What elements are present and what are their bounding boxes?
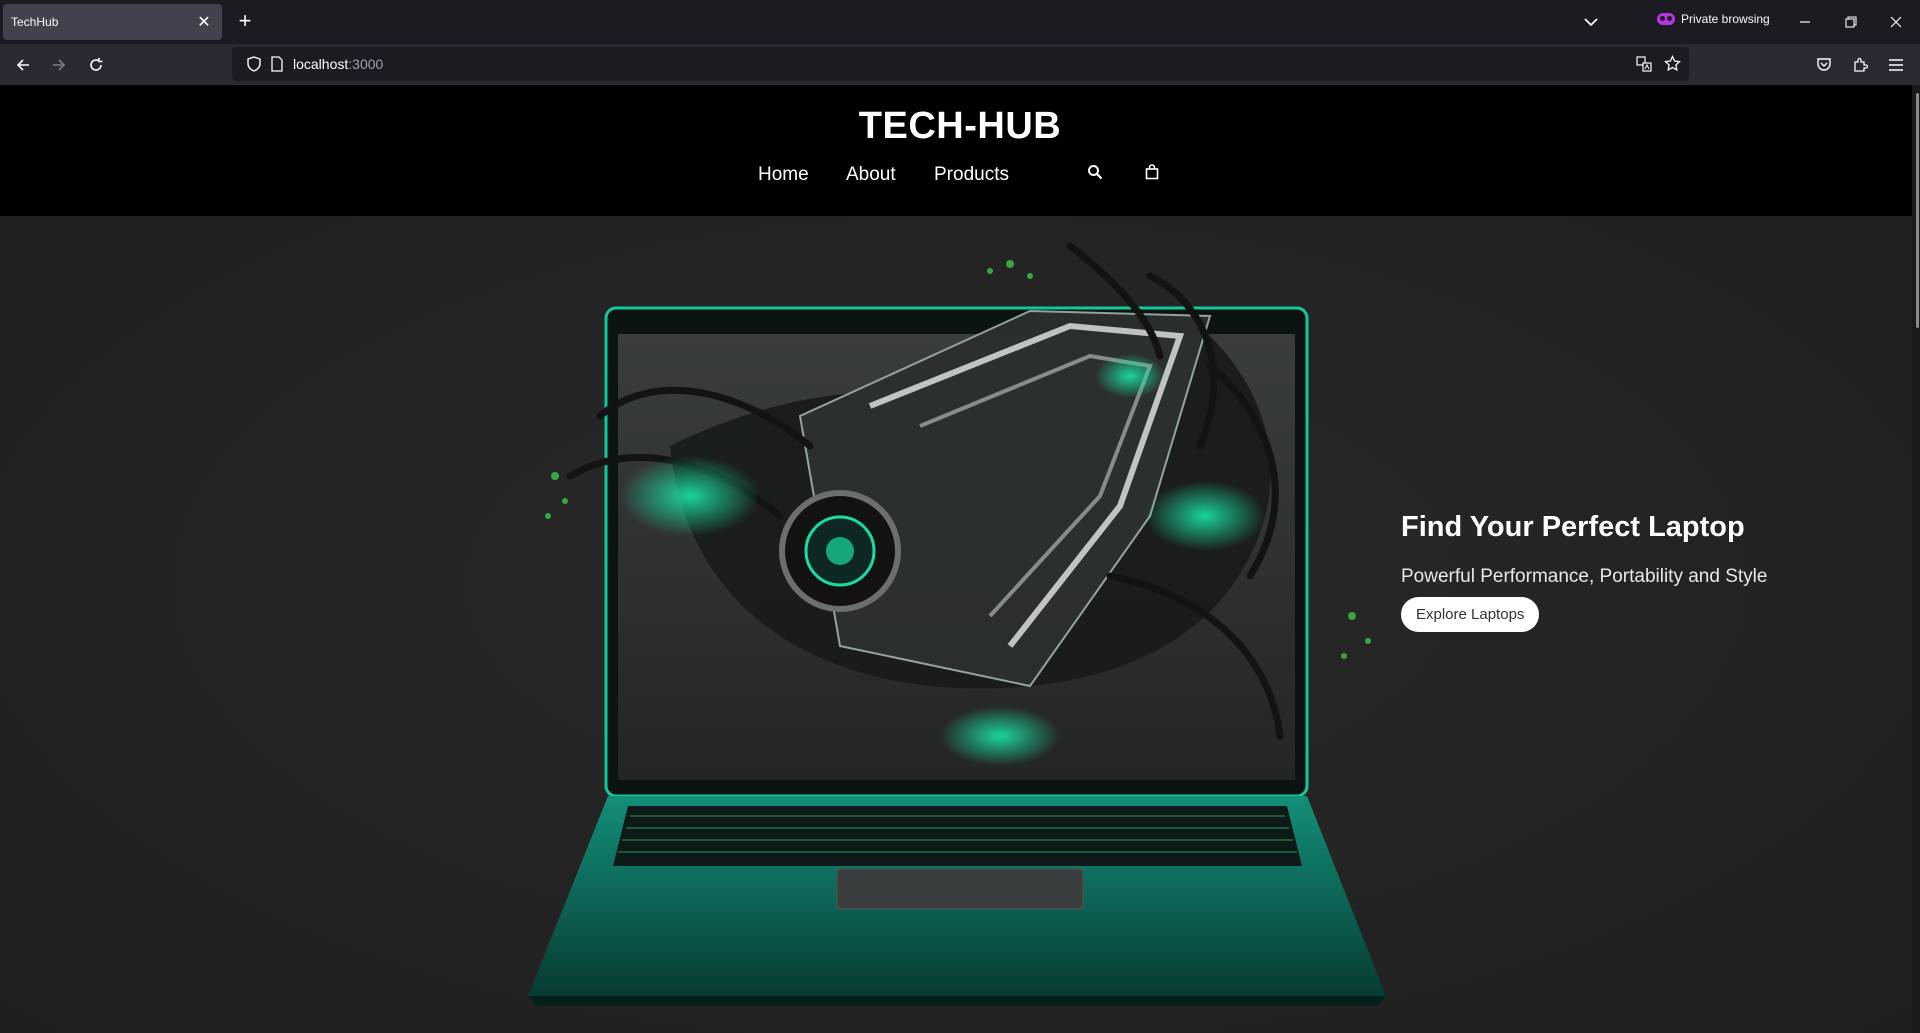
hero-subtitle: Powerful Performance, Portability and St… [1401, 566, 1768, 587]
forward-icon[interactable] [45, 51, 73, 79]
browser-window: TechHub ✕ + Private browsing localhost:3… [0, 0, 1920, 1033]
reload-icon[interactable] [82, 51, 110, 79]
site-logo[interactable]: TECH-HUB [0, 105, 1920, 148]
url-port: :3000 [348, 56, 384, 72]
translate-icon[interactable] [1636, 56, 1652, 77]
chevron-down-icon[interactable] [1580, 11, 1602, 33]
bookmark-star-icon[interactable] [1664, 54, 1681, 77]
hero-copy: Find Your Perfect Laptop Powerful Perfor… [1401, 511, 1767, 632]
nav-link-products[interactable]: Products [934, 164, 1009, 186]
nav-link-home[interactable]: Home [758, 164, 809, 186]
pocket-icon[interactable] [1810, 51, 1838, 79]
back-icon[interactable] [9, 51, 37, 79]
hero-laptop-image [528, 242, 1386, 1006]
scrollbar-thumb[interactable] [1916, 93, 1919, 328]
restore-icon[interactable] [1837, 8, 1865, 36]
page-icon[interactable] [270, 56, 284, 77]
hero-section: Find Your Perfect Laptop Powerful Perfor… [0, 216, 1920, 1033]
shield-icon[interactable] [246, 56, 262, 77]
url-bar[interactable]: localhost:3000 [232, 47, 1689, 81]
tab-title: TechHub [11, 15, 59, 29]
menu-icon[interactable] [1882, 51, 1910, 79]
page-scrollbar[interactable] [1912, 85, 1920, 1033]
private-browsing-icon [1657, 13, 1675, 25]
shopping-bag-icon[interactable] [1141, 161, 1163, 183]
minimize-icon[interactable] [1791, 8, 1819, 36]
url-text[interactable]: localhost:3000 [293, 56, 383, 72]
search-icon[interactable] [1084, 161, 1106, 183]
private-browsing-label: Private browsing [1681, 12, 1770, 26]
private-browsing-indicator: Private browsing [1657, 12, 1770, 26]
site-header: TECH-HUB Home About Products [0, 85, 1920, 216]
tab-strip: TechHub ✕ + Private browsing [0, 0, 1920, 44]
navigation-toolbar: localhost:3000 [0, 44, 1920, 85]
extensions-icon[interactable] [1846, 51, 1874, 79]
tab-close-icon[interactable]: ✕ [194, 12, 214, 32]
nav-link-about[interactable]: About [846, 164, 896, 186]
new-tab-button[interactable]: + [233, 10, 257, 34]
hero-title: Find Your Perfect Laptop [1401, 511, 1745, 543]
tab-techhub[interactable]: TechHub ✕ [3, 4, 222, 40]
explore-laptops-button[interactable]: Explore Laptops [1401, 597, 1540, 632]
web-page: TECH-HUB Home About Products Find Your P… [0, 85, 1920, 1033]
url-host: localhost [293, 56, 349, 72]
close-icon[interactable] [1882, 8, 1910, 36]
